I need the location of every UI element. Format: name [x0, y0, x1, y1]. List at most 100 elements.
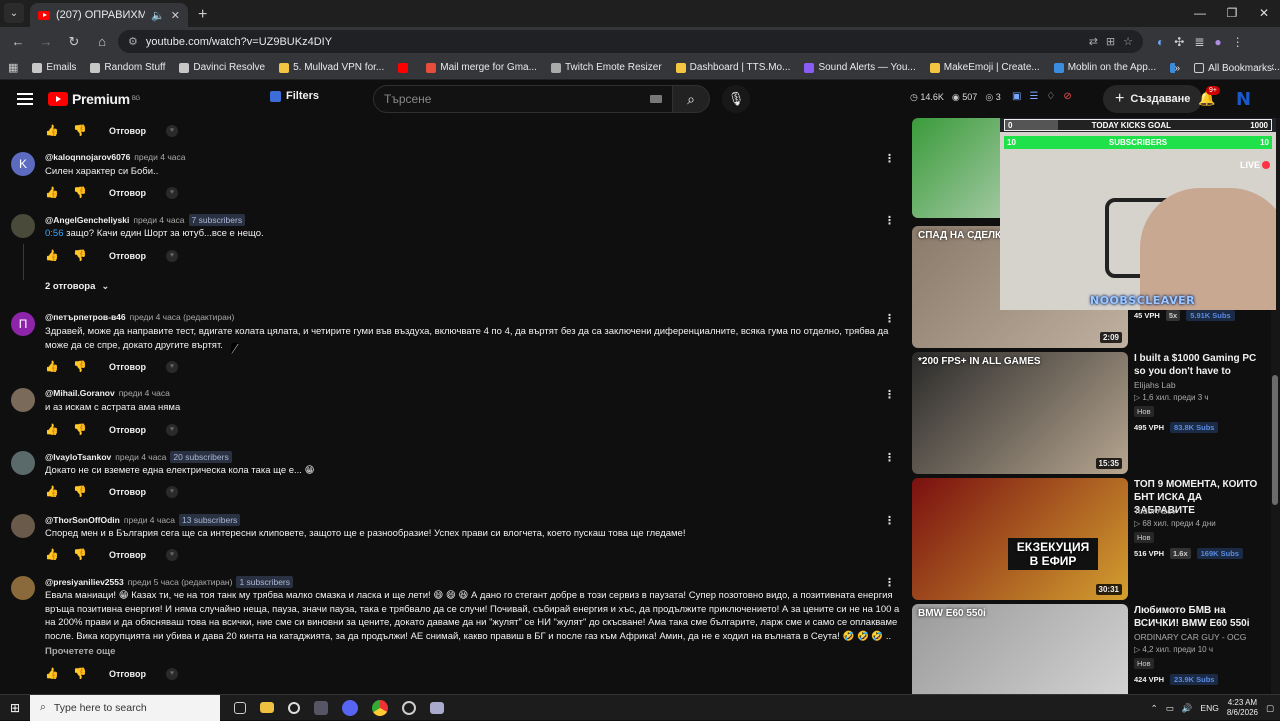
comment-menu-icon[interactable]: ⋮ — [884, 152, 895, 165]
video-channel[interactable]: ORDINARY CAR GUY - OCG — [1134, 632, 1246, 642]
browser-tab[interactable]: (207) ОПРАВИХМЕ 4х4 НА 🔈 ✕ — [30, 3, 188, 27]
extension-icon[interactable]: ◐ — [1157, 35, 1164, 49]
dislike-icon[interactable]: 👎 — [73, 548, 87, 561]
dislike-icon[interactable]: 👎 — [73, 667, 87, 680]
timestamp-link[interactable]: 0:56 — [45, 228, 64, 239]
video-channel[interactable]: Elijahs Lab — [1134, 380, 1176, 390]
avatar[interactable] — [11, 514, 35, 538]
avatar[interactable] — [11, 451, 35, 475]
reply-button[interactable]: Отговор — [109, 188, 146, 198]
bookmark-item[interactable]: Dashboard | TTS.Mo... — [675, 62, 790, 73]
bookmark-star-icon[interactable]: ☆ — [1123, 35, 1133, 48]
dislike-icon[interactable]: 👎 — [73, 186, 87, 199]
forward-button[interactable]: → — [34, 34, 58, 49]
extensions-puzzle-icon[interactable]: ✣ — [1174, 35, 1184, 49]
comment-author[interactable]: @петърпетров-в46 — [45, 312, 126, 322]
home-button[interactable]: ⌂ — [90, 34, 114, 49]
address-bar[interactable]: ⚙ youtube.com/watch?v=UZ9BUKz4DIY ⇄ ⊞ ☆ — [118, 30, 1143, 53]
tray-chevron-icon[interactable]: ⌃ — [1151, 703, 1158, 714]
task-view-icon[interactable] — [234, 701, 246, 714]
dislike-icon[interactable]: 👎 — [73, 423, 87, 436]
like-icon[interactable]: 👍 — [45, 186, 59, 199]
tool-list-icon[interactable]: ☰ — [1029, 91, 1038, 102]
bookmark-item[interactable]: Davinci Resolve — [179, 62, 265, 73]
bookmark-item[interactable]: Mail merge for Gma... — [426, 62, 537, 73]
comment-menu-icon[interactable]: ⋮ — [884, 312, 895, 325]
heart-icon[interactable]: ♥ — [165, 124, 178, 137]
bookmark-item[interactable]: Random Stuff — [90, 62, 165, 73]
comment-time[interactable]: преди 4 часа — [133, 215, 184, 225]
video-title[interactable]: I built a $1000 Gaming PC so you don't h… — [1134, 352, 1264, 378]
video-thumbnail[interactable]: BMW E60 550i — [912, 604, 1128, 694]
heart-icon[interactable]: ♥ — [165, 186, 178, 199]
clock[interactable]: 4:23 AM 8/6/2026 — [1227, 698, 1258, 718]
like-icon[interactable]: 👍 — [45, 124, 59, 137]
reload-button[interactable]: ↻ — [62, 34, 86, 50]
dislike-icon[interactable]: 👎 — [73, 124, 87, 137]
minimize-button[interactable]: — — [1184, 0, 1216, 27]
like-icon[interactable]: 👍 — [45, 360, 59, 373]
search-input[interactable]: Търсене — [373, 85, 673, 113]
close-window-button[interactable]: ✕ — [1248, 0, 1280, 27]
heart-icon[interactable]: ♥ — [165, 548, 178, 561]
bookmark-item[interactable] — [398, 62, 412, 73]
tool-lamp-icon[interactable]: ♢ — [1046, 91, 1055, 102]
like-icon[interactable]: 👍 — [45, 485, 59, 498]
comment-time[interactable]: преди 5 часа (редактиран) — [128, 577, 233, 587]
replies-toggle[interactable]: 2 отговора ⌄ — [45, 281, 109, 292]
comment-time[interactable]: преди 4 часа — [115, 452, 166, 462]
account-avatar[interactable]: N — [1236, 89, 1251, 110]
heart-icon[interactable]: ♥ — [165, 423, 178, 436]
comment-time[interactable]: преди 4 часа — [134, 152, 185, 162]
heart-icon[interactable]: ♥ — [165, 485, 178, 498]
app-box-icon[interactable] — [314, 700, 328, 715]
comment-menu-icon[interactable]: ⋮ — [884, 214, 895, 227]
install-icon[interactable]: ⊞ — [1106, 35, 1115, 48]
avatar[interactable]: П — [11, 312, 35, 336]
tool-a-icon[interactable]: ▣ — [1012, 91, 1021, 102]
windows-start-icon[interactable]: ⊞ — [0, 701, 30, 715]
search-button[interactable]: ⌕ — [672, 85, 710, 113]
reply-button[interactable]: Отговор — [109, 669, 146, 679]
comment-author[interactable]: @presiyaniliev2553 — [45, 577, 124, 587]
menu-kebab-icon[interactable]: ⋮ — [1232, 35, 1244, 49]
comment-menu-icon[interactable]: ⋮ — [884, 576, 895, 589]
comment-time[interactable]: преди 4 часа (редактиран) — [130, 312, 235, 322]
like-icon[interactable]: 👍 — [45, 667, 59, 680]
tool-bell-off-icon[interactable]: ⊘ — [1063, 91, 1071, 102]
notifications-button[interactable]: 🔔 9+ — [1198, 86, 1220, 107]
volume-icon[interactable]: 🔊 — [1182, 703, 1193, 714]
url-text[interactable]: youtube.com/watch?v=UZ9BUKz4DIY — [146, 36, 1081, 48]
more-bookmarks-icon[interactable]: » — [1175, 63, 1181, 74]
tab-search-button[interactable]: ⌄ — [4, 3, 24, 23]
taskbar-search[interactable]: ⌕ Type here to search — [30, 694, 220, 721]
like-icon[interactable]: 👍 — [45, 423, 59, 436]
apps-grid-icon[interactable]: ▦ — [8, 61, 18, 74]
bookmark-item[interactable]: Sound Alerts — You... — [804, 62, 916, 73]
back-button[interactable]: ← — [6, 34, 30, 49]
avatar[interactable] — [11, 388, 35, 412]
bookmark-item[interactable]: Emails — [32, 62, 76, 73]
avatar[interactable] — [11, 576, 35, 600]
youtube-logo[interactable]: Premium BG — [48, 91, 140, 107]
close-tab-icon[interactable]: ✕ — [171, 9, 180, 22]
reply-button[interactable]: Отговор — [109, 487, 146, 497]
dislike-icon[interactable]: 👎 — [73, 360, 87, 373]
site-info-icon[interactable]: ⚙ — [128, 35, 138, 48]
reply-button[interactable]: Отговор — [109, 126, 146, 136]
dislike-icon[interactable]: 👎 — [73, 249, 87, 262]
speaker-icon[interactable]: 🔈 — [151, 9, 165, 22]
comment-menu-icon[interactable]: ⋮ — [884, 388, 895, 401]
network-icon[interactable]: ▭ — [1166, 703, 1174, 714]
comment-menu-icon[interactable]: ⋮ — [884, 451, 895, 464]
comment-author[interactable]: @IvayloTsankov — [45, 452, 111, 462]
restore-button[interactable]: ❐ — [1216, 0, 1248, 27]
create-button[interactable]: + Създаване — [1103, 85, 1203, 113]
all-bookmarks-folder[interactable]: All Bookmarks — [1194, 63, 1272, 74]
like-icon[interactable]: 👍 — [45, 548, 59, 561]
dislike-icon[interactable]: 👎 — [73, 485, 87, 498]
file-explorer-icon[interactable] — [260, 702, 274, 713]
profile-icon[interactable]: ● — [1214, 35, 1221, 49]
keyboard-icon[interactable] — [650, 95, 662, 103]
translate-icon[interactable]: ⇄ — [1089, 35, 1098, 48]
